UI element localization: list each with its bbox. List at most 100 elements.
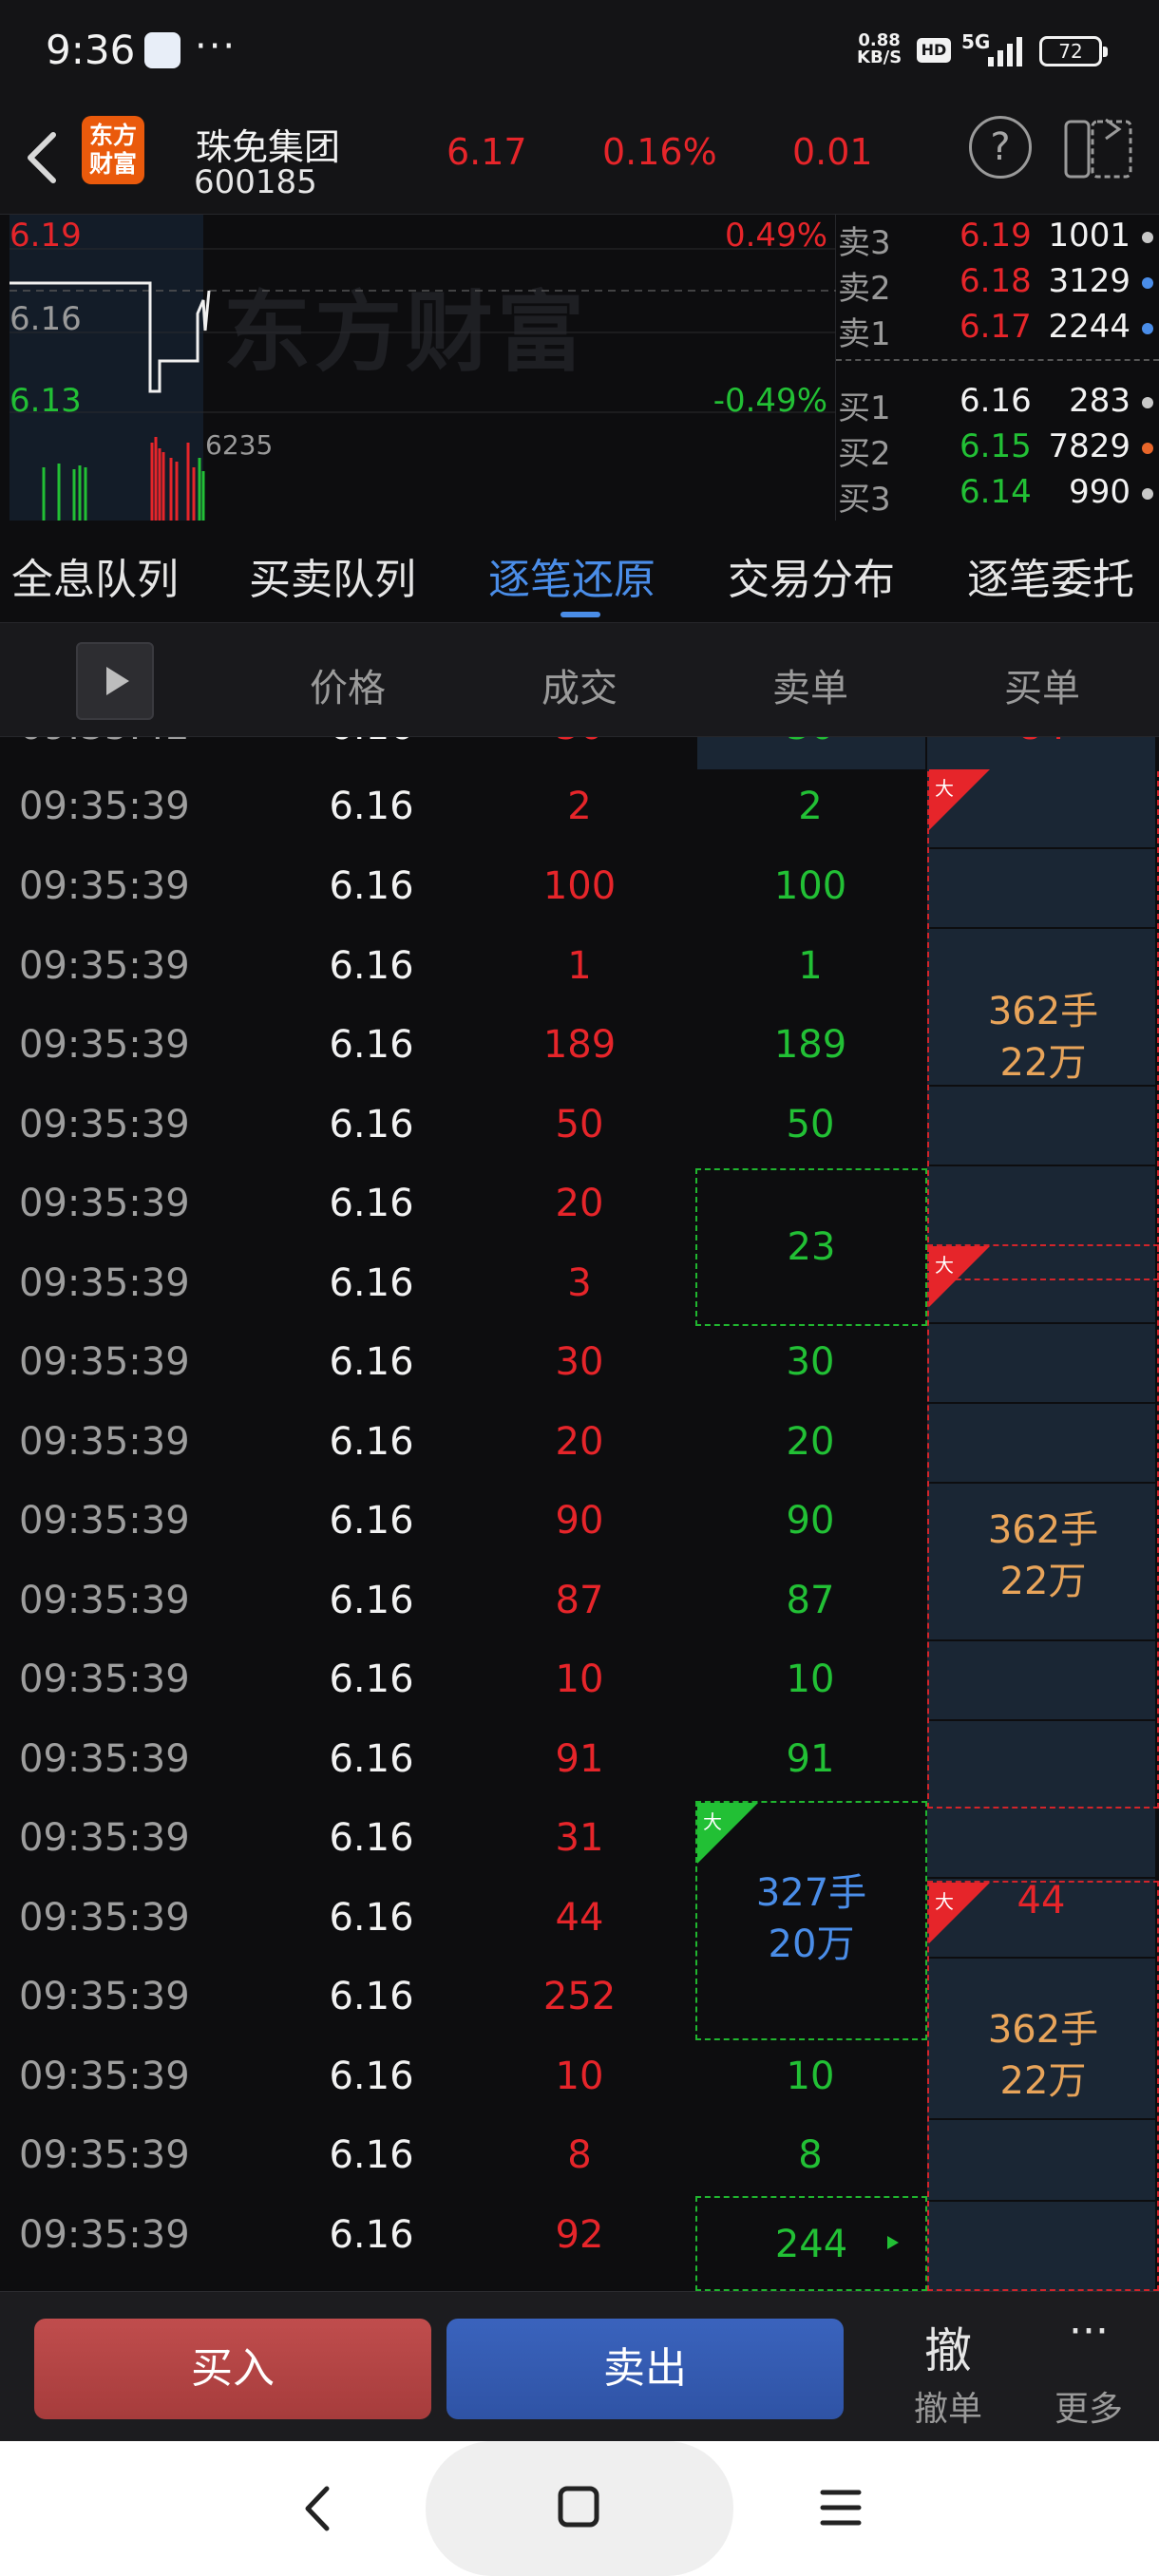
trade-price: 6.16 (329, 2055, 414, 2098)
tab-buy-sell-queue[interactable]: 买卖队列 (249, 545, 416, 606)
sell-order: 50 (786, 1103, 835, 1146)
nav-menu-icon[interactable] (817, 2483, 864, 2532)
big-buy-lots: 362手 (987, 1508, 1099, 1552)
trade-time: 09:35:39 (19, 1579, 190, 1622)
trade-price: 6.16 (329, 1896, 414, 1940)
panel-toggle-icon[interactable] (1064, 116, 1136, 182)
tab-tick-orders[interactable]: 逐笔委托 (967, 545, 1134, 606)
chart-price-top: 6.19 (10, 217, 82, 255)
network-speed-unit: KB/S (857, 47, 902, 67)
tab-full-queue[interactable]: 全息队列 (11, 545, 179, 606)
trade-volume: 2 (567, 785, 592, 828)
merged-sell-order[interactable]: 23 (695, 1168, 927, 1326)
order-book: 卖3 6.19 1001 卖2 6.18 3129 卖1 6.17 2244 买… (836, 215, 1159, 521)
big-buy-lots: 362手 (987, 990, 1099, 1033)
more-notifications-icon: ··· (195, 25, 238, 68)
column-header-buy-order: 买单 (1004, 667, 1080, 710)
ask-dot-icon (1142, 277, 1153, 289)
play-icon (106, 667, 129, 695)
bid-price: 6.15 (960, 427, 1032, 465)
help-icon[interactable]: ? (969, 116, 1032, 179)
ask-label: 卖2 (838, 270, 891, 308)
logo-line-2: 财富 (88, 150, 137, 178)
table-row[interactable]: 09:35:42 6.16 30 30 84 (0, 737, 1159, 767)
ask-row: 卖1 6.17 2244 (836, 308, 1159, 353)
ask-volume: 3129 (1048, 262, 1130, 300)
sell-order: 8 (798, 2133, 823, 2177)
expand-arrow-icon (887, 2236, 899, 2249)
merged-sell-order[interactable]: 244 (695, 2196, 927, 2291)
big-buy-amount: 22万 (999, 2059, 1087, 2103)
sell-order: 189 (773, 1023, 847, 1067)
stock-code: 600185 (194, 163, 317, 201)
more-label[interactable]: 更多 (1032, 2381, 1146, 2431)
trade-time: 09:35:39 (19, 1023, 190, 1067)
sell-button[interactable]: 卖出 (446, 2319, 844, 2419)
trade-time: 09:35:39 (19, 1103, 190, 1146)
tick-table[interactable]: 09:35:42 6.16 30 30 84 09:35:39 6.16 2 2… (0, 737, 1159, 2291)
trade-volume: 20 (555, 1182, 604, 1225)
sell-order: 10 (786, 2055, 835, 2098)
big-buy-amount: 22万 (999, 1041, 1087, 1085)
trade-price: 6.16 (329, 1182, 414, 1225)
buy-order-single: 44 (1016, 1879, 1066, 1923)
big-buy-order[interactable]: 大 362手 22万 (927, 1244, 1159, 1809)
trade-time: 09:35:39 (19, 1657, 190, 1701)
hd-icon: HD (917, 38, 951, 63)
bid-volume: 7829 (1048, 427, 1130, 465)
bid-row: 买3 6.14 990 (836, 473, 1159, 519)
bid-label: 买3 (838, 481, 891, 519)
detail-tabs: 全息队列 买卖队列 逐笔还原 交易分布 逐笔委托 (0, 521, 1159, 623)
back-icon[interactable] (19, 120, 66, 196)
big-order-flag-label: 大 (703, 1810, 722, 1833)
trade-volume: 8 (567, 2133, 592, 2177)
buy-button[interactable]: 买入 (34, 2319, 431, 2419)
chart-price-low: 6.13 (10, 382, 82, 420)
big-buy-order[interactable]: 大 362手 22万 (927, 769, 1159, 1280)
trade-volume: 3 (567, 1261, 592, 1305)
trade-price: 6.16 (329, 1975, 414, 2018)
sell-order: 20 (786, 1420, 835, 1464)
ask-volume: 1001 (1048, 217, 1130, 255)
table-header: 价格 成交 卖单 买单 (0, 623, 1159, 737)
trade-time: 09:35:42 (19, 737, 209, 748)
status-bar: 9:36 ··· 0.88 KB/S HD 5G 72 (0, 0, 1159, 103)
cancel-order-icon[interactable]: 撤 (891, 2313, 1005, 2381)
tab-tick-restore[interactable]: 逐笔还原 (488, 545, 656, 606)
trade-price: 6.16 (329, 1816, 414, 1860)
battery-icon: 72 (1039, 36, 1108, 66)
bid-volume: 990 (1069, 473, 1130, 511)
ask-price: 6.19 (960, 217, 1032, 255)
nav-back-icon[interactable] (294, 2481, 342, 2536)
big-order-flag-label: 大 (935, 777, 954, 800)
column-header-price: 价格 (310, 667, 386, 710)
trade-time: 09:35:39 (19, 1975, 190, 2018)
chart-pct-top: 0.49% (724, 217, 827, 255)
stock-header: 东方 财富 珠免集团 600185 6.17 0.16% 0.01 ? (0, 103, 1159, 215)
trade-time: 09:35:39 (19, 1182, 190, 1225)
trade-time: 09:35:39 (19, 785, 190, 828)
trade-price: 6.16 (329, 944, 414, 988)
table-row[interactable]: 09:35:39 6.16 31 (0, 1799, 1159, 1879)
nav-home-icon[interactable] (555, 2483, 604, 2532)
merged-sell-order-large[interactable]: 大 327手 20万 (695, 1801, 927, 2040)
trade-time: 09:35:39 (19, 864, 190, 908)
big-buy-order[interactable]: 大 362手 22万 (927, 1881, 1159, 2291)
trade-volume: 50 (555, 1103, 604, 1146)
bid-volume: 283 (1069, 382, 1130, 420)
intraday-chart[interactable]: 东方财富 6.19 0.49% 6.16 6.13 -0.49% 6235 (10, 215, 836, 521)
app-logo: 东方 财富 (82, 116, 144, 184)
trade-time: 09:35:39 (19, 1261, 190, 1305)
cancel-order-label[interactable]: 撤单 (891, 2381, 1005, 2431)
sell-order: 10 (786, 1657, 835, 1701)
more-icon[interactable]: ··· (1032, 2307, 1146, 2356)
ask-label: 卖1 (838, 315, 891, 353)
tab-trade-distribution[interactable]: 交易分布 (728, 545, 895, 606)
order-book-divider (836, 359, 1159, 361)
bid-row: 买1 6.16 283 (836, 382, 1159, 427)
column-header-sell-order: 卖单 (772, 667, 848, 710)
merged-sell-volume: 23 (787, 1225, 836, 1269)
chart-volume: 6235 (205, 429, 274, 461)
column-header-volume: 成交 (542, 667, 618, 710)
play-button[interactable] (76, 642, 154, 720)
